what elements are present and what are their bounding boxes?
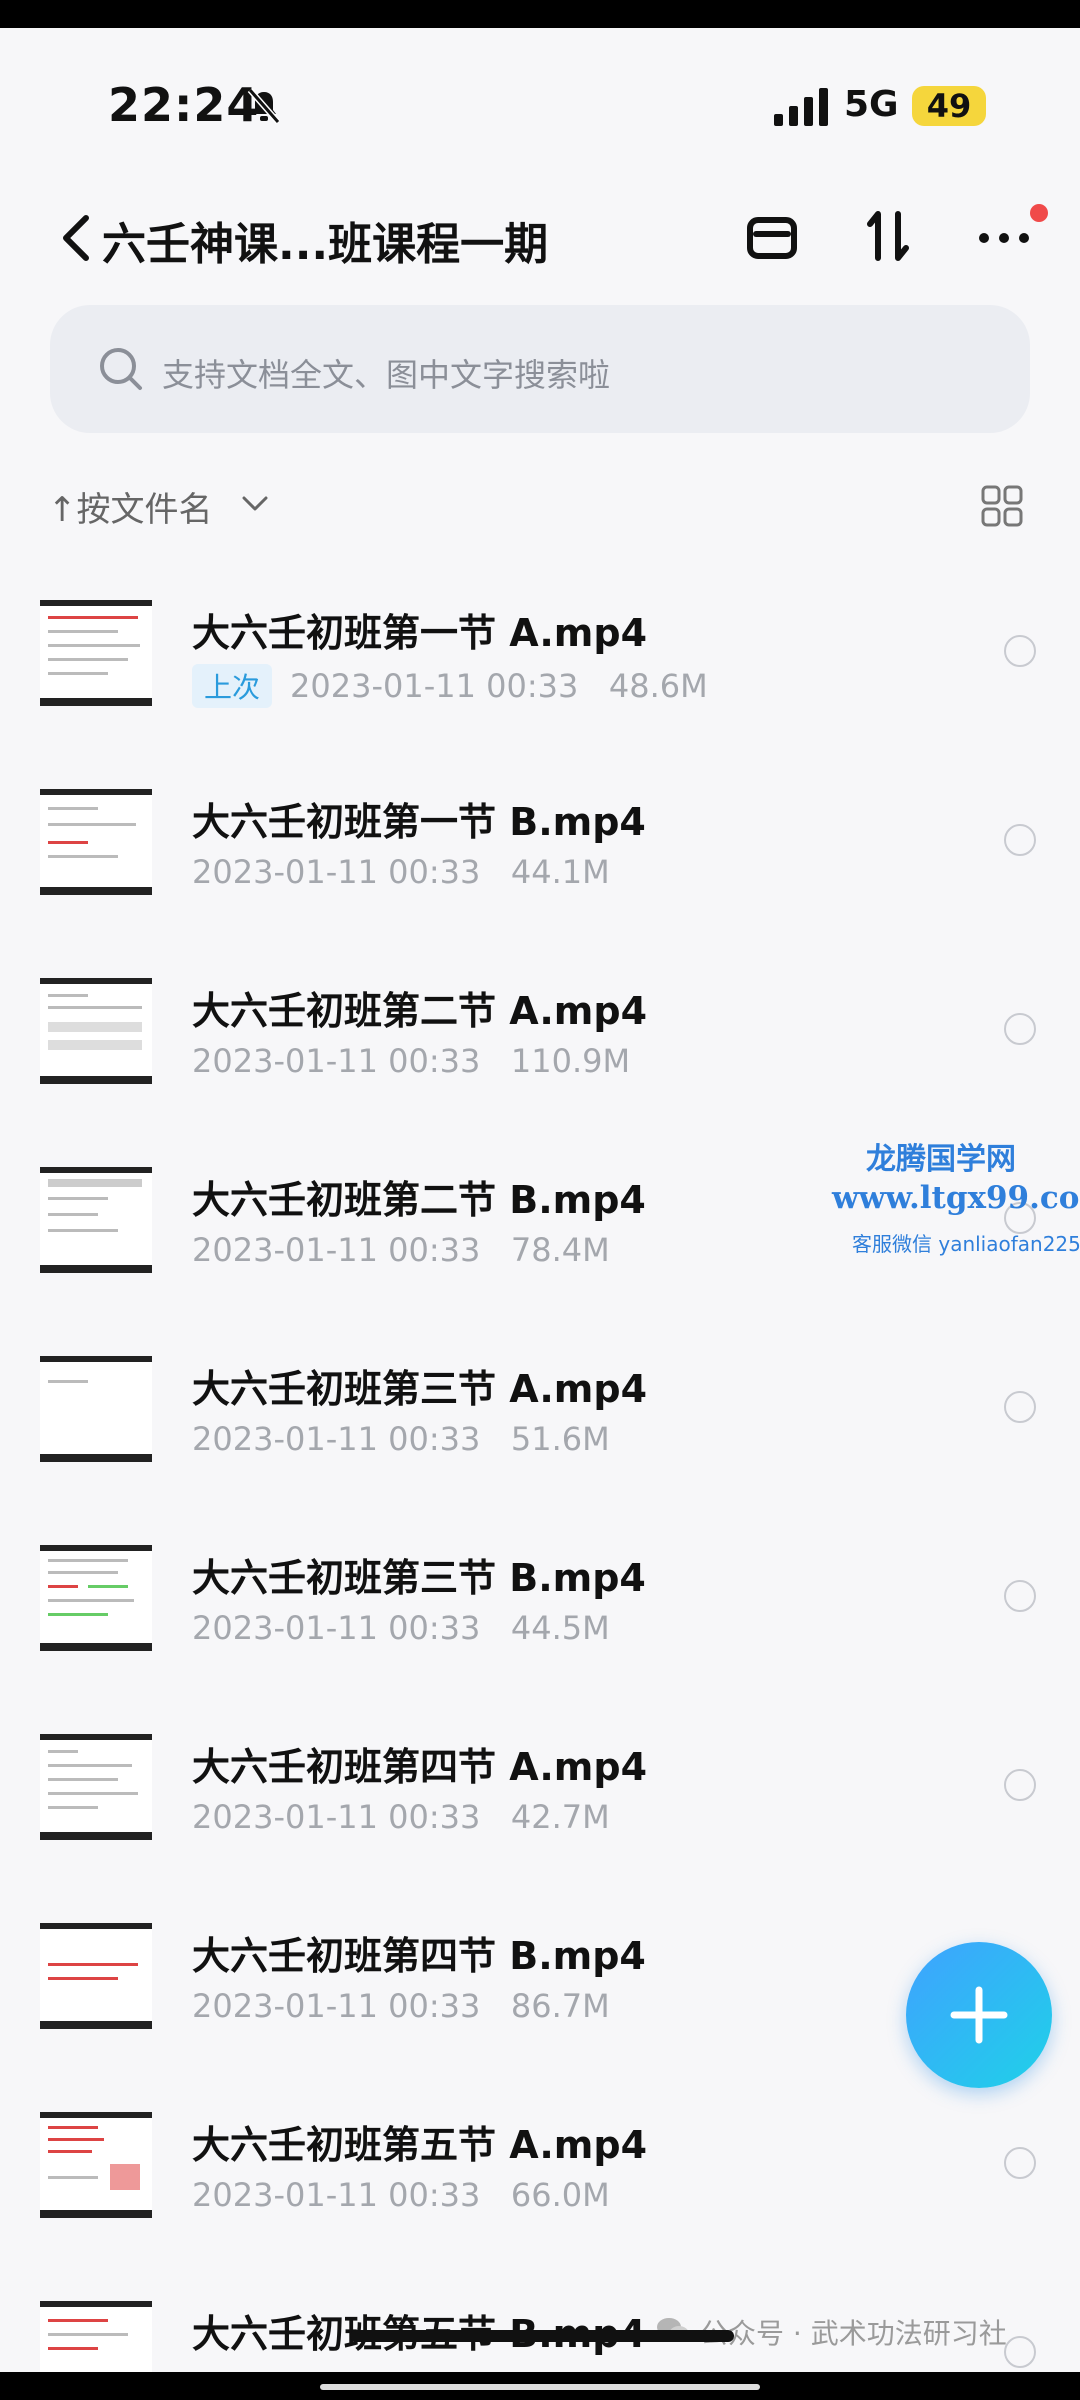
file-row[interactable]: 大六壬初班第五节 A.mp4 2023-01-11 00:33 66.0M — [0, 2072, 1080, 2261]
file-meta: 2023-01-11 00:33 78.4M — [192, 1231, 610, 1269]
file-size: 44.1M — [510, 853, 610, 891]
file-name: 大六壬初班第三节 A.mp4 — [192, 1367, 648, 1411]
file-meta: 2023-01-11 00:33 51.6M — [192, 1420, 610, 1458]
watermark-site-name: 龙腾国学网 — [866, 1142, 1016, 1177]
file-name: 大六壬初班第四节 B.mp4 — [192, 1934, 646, 1978]
file-row[interactable]: 大六壬初班第一节 A.mp4 上次 2023-01-11 00:33 48.6M — [0, 560, 1080, 749]
archive-icon[interactable] — [742, 206, 802, 266]
file-meta: 2023-01-11 00:33 66.0M — [192, 2176, 610, 2214]
select-radio[interactable] — [1004, 824, 1036, 856]
signal-icon — [774, 88, 828, 126]
video-thumbnail — [40, 2301, 152, 2372]
search-icon — [100, 348, 142, 390]
file-date: 2023-01-11 00:33 — [192, 1798, 481, 1836]
file-date: 2023-01-11 00:33 — [192, 1231, 481, 1269]
more-options-icon[interactable] — [974, 206, 1034, 266]
file-date: 2023-01-11 00:33 — [290, 667, 579, 705]
file-meta: 上次 2023-01-11 00:33 48.6M — [192, 664, 708, 708]
video-thumbnail — [40, 600, 152, 706]
grid-view-icon[interactable] — [980, 484, 1024, 528]
select-radio[interactable] — [1004, 1013, 1036, 1045]
select-radio[interactable] — [1004, 1769, 1036, 1801]
video-thumbnail — [40, 1545, 152, 1651]
select-radio[interactable] — [1004, 2336, 1036, 2368]
sort-order-icon[interactable] — [858, 206, 918, 266]
file-name: 大六壬初班第一节 A.mp4 — [192, 611, 648, 655]
file-size: 42.7M — [510, 1798, 610, 1836]
bell-muted-icon — [247, 88, 281, 124]
file-meta: 2023-01-11 00:33 110.9M — [192, 1042, 630, 1080]
video-thumbnail — [40, 2112, 152, 2218]
sort-by-filename[interactable]: ↑按文件名 — [48, 482, 213, 531]
watermark-contact: 客服微信 yanliaofan225 — [852, 1232, 1080, 1256]
file-name: 大六壬初班第二节 B.mp4 — [192, 1178, 646, 1222]
file-size: 48.6M — [608, 667, 708, 705]
last-viewed-badge: 上次 — [192, 664, 273, 708]
notification-dot — [1030, 204, 1048, 222]
file-name: 大六壬初班第五节 A.mp4 — [192, 2123, 648, 2167]
file-row[interactable]: 大六壬初班第三节 B.mp4 2023-01-11 00:33 44.5M — [0, 1505, 1080, 1694]
watermark-url: www.ltgx99.com — [832, 1180, 1080, 1216]
video-thumbnail — [40, 978, 152, 1084]
file-date: 2023-01-11 00:33 — [192, 1042, 481, 1080]
video-thumbnail — [40, 1734, 152, 1840]
file-row[interactable]: 大六壬初班第三节 A.mp4 2023-01-11 00:33 51.6M — [0, 1316, 1080, 1505]
file-date: 2023-01-11 00:33 — [192, 853, 481, 891]
file-date: 2023-01-11 00:33 — [192, 1987, 481, 2025]
video-thumbnail — [40, 1356, 152, 1462]
select-radio[interactable] — [1004, 635, 1036, 667]
home-indicator — [320, 2384, 760, 2390]
file-name: 大六壬初班第二节 A.mp4 — [192, 989, 648, 1033]
select-radio[interactable] — [1004, 1580, 1036, 1612]
file-size: 44.5M — [510, 1609, 610, 1647]
gesture-bar — [350, 2330, 734, 2342]
plus-icon — [950, 1986, 1008, 2044]
page-title: 六壬神课...班课程一期 — [102, 219, 549, 270]
video-thumbnail — [40, 1167, 152, 1273]
network-type: 5G — [844, 84, 899, 125]
file-name: 大六壬初班第一节 B.mp4 — [192, 800, 646, 844]
battery-indicator: 49 — [912, 86, 986, 126]
back-chevron-icon[interactable] — [56, 210, 96, 266]
video-thumbnail — [40, 789, 152, 895]
file-size: 110.9M — [510, 1042, 631, 1080]
file-size: 86.7M — [510, 1987, 610, 2025]
file-size: 51.6M — [510, 1420, 610, 1458]
file-meta: 2023-01-11 00:33 42.7M — [192, 1798, 610, 1836]
video-thumbnail — [40, 1923, 152, 2029]
status-time: 22:24 — [108, 78, 260, 132]
search-input[interactable]: 支持文档全文、图中文字搜索啦 — [162, 350, 610, 396]
file-row[interactable]: 大六壬初班第一节 B.mp4 2023-01-11 00:33 44.1M — [0, 749, 1080, 938]
file-date: 2023-01-11 00:33 — [192, 2176, 481, 2214]
file-name: 大六壬初班第四节 A.mp4 — [192, 1745, 648, 1789]
wechat-account-label: 公众号 · 武术功法研习社 — [700, 2317, 1007, 2350]
top-black-bar — [0, 0, 1080, 28]
select-radio[interactable] — [1004, 2147, 1036, 2179]
file-meta: 2023-01-11 00:33 44.5M — [192, 1609, 610, 1647]
file-meta: 2023-01-11 00:33 86.7M — [192, 1987, 610, 2025]
file-size: 78.4M — [510, 1231, 610, 1269]
chevron-down-icon[interactable] — [240, 492, 270, 514]
file-date: 2023-01-11 00:33 — [192, 1609, 481, 1647]
file-size: 66.0M — [510, 2176, 610, 2214]
file-row[interactable]: 大六壬初班第四节 A.mp4 2023-01-11 00:33 42.7M — [0, 1694, 1080, 1883]
file-row[interactable]: 大六壬初班第二节 A.mp4 2023-01-11 00:33 110.9M — [0, 938, 1080, 1127]
file-meta: 2023-01-11 00:33 44.1M — [192, 853, 610, 891]
file-name: 大六壬初班第三节 B.mp4 — [192, 1556, 646, 1600]
file-date: 2023-01-11 00:33 — [192, 1420, 481, 1458]
select-radio[interactable] — [1004, 1391, 1036, 1423]
